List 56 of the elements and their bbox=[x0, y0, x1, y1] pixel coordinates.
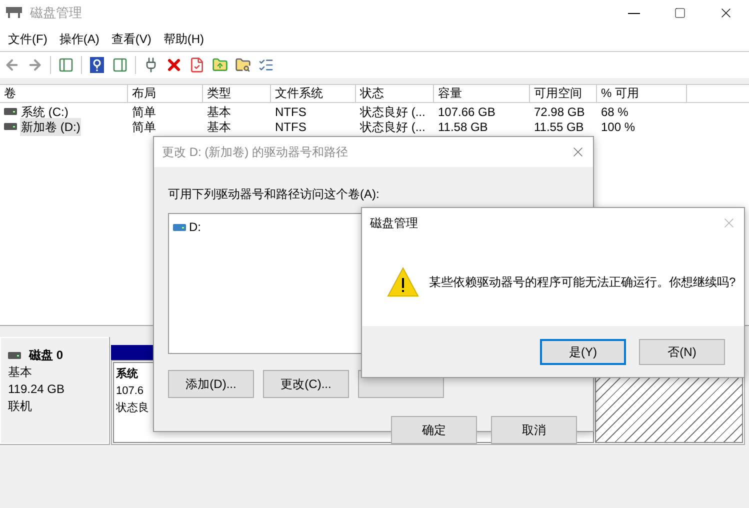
dialog-button[interactable]: 是(Y) bbox=[540, 338, 626, 364]
column-header[interactable]: 布局 bbox=[128, 85, 203, 102]
partition-status: 状态良 bbox=[116, 400, 149, 416]
table-cell-text: 68 % bbox=[600, 104, 630, 120]
table-cell-text: 状态良好 (... bbox=[359, 118, 426, 136]
volume-name[interactable]: 系统 (C:) bbox=[20, 102, 70, 120]
column-header[interactable]: 文件系统 bbox=[271, 85, 356, 102]
menu-item[interactable]: 帮助(H) bbox=[157, 30, 210, 48]
table-cell-text: 100 % bbox=[600, 118, 636, 136]
drive-icon bbox=[173, 224, 186, 230]
app-icon bbox=[6, 7, 22, 19]
table-cell-text: 简单 bbox=[131, 104, 157, 120]
volume-name[interactable]: 新加卷 (D:) bbox=[20, 118, 82, 136]
minimize-icon bbox=[628, 12, 640, 14]
column-header[interactable]: 容量 bbox=[434, 85, 530, 102]
table-cell-text: NTFS bbox=[274, 118, 308, 136]
table-cell-text: 72.98 GB bbox=[533, 104, 586, 120]
menu-item[interactable]: 文件(F) bbox=[2, 30, 54, 48]
table-cell-text: 简单 bbox=[131, 118, 157, 136]
disk-name: 磁盘 0 bbox=[29, 347, 64, 364]
path-item[interactable]: D: bbox=[189, 218, 201, 236]
dialog-button[interactable]: 取消 bbox=[491, 416, 577, 444]
disk-panel[interactable]: 磁盘 0 基本 119.24 GB 联机 bbox=[0, 337, 110, 445]
column-header[interactable]: % 可用 bbox=[597, 85, 687, 102]
drive-icon bbox=[4, 123, 17, 130]
disk-status: 联机 bbox=[8, 398, 33, 415]
disk-type: 基本 bbox=[8, 364, 33, 381]
action-button[interactable]: 添加(D)... bbox=[168, 370, 254, 398]
dialog-button[interactable]: 否(N) bbox=[639, 338, 725, 364]
column-header[interactable]: 可用空间 bbox=[530, 85, 597, 102]
dialog-button[interactable]: 确定 bbox=[391, 416, 477, 444]
dialog-title: 磁盘管理 bbox=[370, 215, 418, 232]
partition-size: 107.6 bbox=[116, 384, 144, 399]
warning-icon bbox=[387, 267, 419, 297]
table-cell-text: 基本 bbox=[206, 104, 232, 120]
column-header[interactable]: 类型 bbox=[203, 85, 271, 102]
partition-name: 系统 bbox=[116, 366, 138, 382]
maximize-icon bbox=[674, 7, 686, 19]
table-cell-text: NTFS bbox=[274, 104, 308, 120]
dialog-label: 可用下列驱动器号和路径访问这个卷(A): bbox=[168, 187, 380, 201]
table-cell-text: 11.58 GB bbox=[437, 118, 489, 136]
dialog-title: 更改 D: (新加卷) 的驱动器号和路径 bbox=[162, 144, 348, 161]
menu-item[interactable]: 查看(V) bbox=[105, 30, 158, 48]
table-cell-text: 107.66 GB bbox=[437, 104, 496, 120]
table-cell-text: 状态良好 (... bbox=[359, 104, 426, 120]
column-header[interactable]: 卷 bbox=[0, 85, 128, 102]
warning-message: 某些依赖驱动器号的程序可能无法正确运行。你想继续吗? bbox=[429, 274, 736, 291]
action-button[interactable]: 更改(C)... bbox=[263, 370, 349, 398]
disk-size: 119.24 GB bbox=[8, 381, 66, 398]
drive-icon bbox=[4, 108, 17, 115]
table-cell-text: 11.55 GB bbox=[533, 118, 585, 136]
menu-item[interactable]: 操作(A) bbox=[53, 30, 106, 48]
column-header[interactable]: 状态 bbox=[356, 85, 434, 102]
window-title: 磁盘管理 bbox=[30, 4, 82, 22]
table-cell-text: 基本 bbox=[206, 118, 232, 136]
drive-icon bbox=[8, 352, 21, 359]
